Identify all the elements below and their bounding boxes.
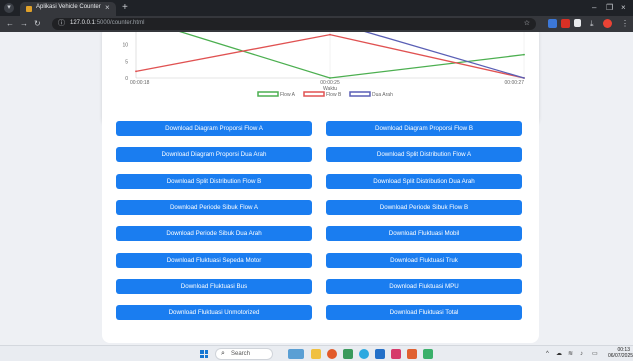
wifi-icon[interactable]: ≋: [568, 350, 573, 358]
search-icon: ⌕: [221, 350, 225, 357]
legend-swatch: [349, 91, 371, 97]
download-button[interactable]: Download Fluktuasi Bus: [116, 278, 312, 294]
favicon-icon: [26, 6, 32, 12]
windows-taskbar: ⌕ Search ^ ☁ ≋ ♪ ▭ 00:13 06/07/2025: [0, 345, 633, 361]
download-icon[interactable]: ⤓: [590, 19, 594, 29]
download-button[interactable]: Download Periode Sibuk Dua Arah: [116, 226, 312, 242]
download-button[interactable]: Download Fluktuasi Sepeda Motor: [116, 252, 312, 268]
reload-icon[interactable]: ↻: [34, 19, 41, 29]
series-point: [135, 70, 137, 73]
download-button[interactable]: Download Periode Sibuk Flow B: [326, 199, 522, 215]
url-host: 127.0.0.1: [70, 20, 96, 26]
download-button[interactable]: Download Fluktuasi Total: [326, 305, 522, 321]
file-explorer-icon[interactable]: [311, 349, 321, 359]
clock-date: 06/07/2025: [608, 353, 633, 359]
legend-swatch: [257, 91, 279, 97]
download-button[interactable]: Download Split Distribution Flow A: [326, 147, 522, 163]
bookmark-star-icon[interactable]: ☆: [524, 19, 530, 29]
browser-menu-icon[interactable]: ⋮: [621, 19, 629, 29]
url-path: :5000/counter.html: [95, 20, 145, 26]
download-button[interactable]: Download Split Distribution Dua Arah: [326, 173, 522, 189]
tab-search-menu-icon[interactable]: ▾: [4, 3, 14, 13]
battery-icon[interactable]: ▭: [592, 350, 598, 358]
y-tick-label: 5: [125, 59, 128, 65]
series-point: [329, 77, 331, 79]
tray-chevron-icon[interactable]: ^: [546, 350, 549, 358]
download-button[interactable]: Download Periode Sibuk Flow A: [116, 199, 312, 215]
forward-icon[interactable]: →: [20, 19, 28, 29]
download-button[interactable]: Download Split Distribution Flow B: [116, 173, 312, 189]
series-point: [523, 77, 525, 79]
download-button[interactable]: Download Diagram Proporsi Dua Arah: [116, 147, 312, 163]
extensions-puzzle-icon[interactable]: [574, 19, 581, 27]
download-button[interactable]: Download Diagram Proporsi Flow B: [326, 121, 522, 136]
new-tab-icon[interactable]: +: [122, 2, 128, 13]
url-text: 127.0.0.1:5000/counter.html: [70, 20, 144, 26]
address-bar[interactable]: ⓘ 127.0.0.1:5000/counter.html ☆: [52, 18, 536, 30]
download-button[interactable]: Download Diagram Proporsi Flow A: [116, 121, 312, 136]
browser-tab[interactable]: Aplikasi Vehicle Counter ×: [20, 2, 116, 16]
app-icon[interactable]: [391, 349, 401, 359]
close-tab-icon[interactable]: ×: [105, 3, 110, 13]
taskbar-search[interactable]: ⌕ Search: [215, 348, 273, 360]
windows-start-icon[interactable]: [200, 350, 208, 358]
search-label: Search: [231, 351, 251, 357]
app-icon[interactable]: [343, 349, 353, 359]
extension-icon[interactable]: [548, 19, 557, 28]
series-point: [523, 53, 525, 56]
volume-icon[interactable]: ♪: [580, 350, 583, 358]
x-tick-label: 00:00:18: [130, 80, 150, 86]
profile-avatar-icon[interactable]: [603, 19, 612, 28]
extension-icon[interactable]: [561, 19, 570, 28]
line-chart: 051000:00:18 00:00:25 00:00:27WaktuFlow AF…: [122, 32, 525, 98]
back-icon[interactable]: ←: [6, 19, 14, 29]
vscode-icon[interactable]: [375, 349, 385, 359]
maximize-icon[interactable]: ❐: [606, 3, 613, 13]
download-button[interactable]: Download Fluktuasi Unmotorized: [116, 305, 312, 321]
download-button[interactable]: Download Fluktuasi Truk: [326, 252, 522, 268]
legend-label: Dua Arah: [372, 92, 393, 98]
browser-tab-strip: ▾ Aplikasi Vehicle Counter × + – ❐ ×: [0, 0, 633, 16]
download-button[interactable]: Download Fluktuasi Mobil: [326, 226, 522, 242]
x-tick-label: 00:00:27: [505, 80, 525, 86]
tab-title: Aplikasi Vehicle Counter: [36, 4, 101, 10]
series-point: [329, 33, 331, 36]
browser-toolbar: ← → ↻ ⓘ 127.0.0.1:5000/counter.html ☆ ⤓ …: [0, 16, 633, 32]
app-icon[interactable]: [407, 349, 417, 359]
close-window-icon[interactable]: ×: [621, 3, 626, 13]
y-tick-label: 0: [125, 76, 128, 82]
onedrive-icon[interactable]: ☁: [556, 350, 562, 358]
page-content: 0 5 10 00:00:18 00:00:25 00:00:27 Waktu Flow AF…: [0, 32, 633, 345]
legend-label: Flow A: [280, 92, 296, 98]
app-icon[interactable]: [423, 349, 433, 359]
y-tick-label: 10: [122, 43, 128, 49]
legend-label: Flow B: [326, 92, 342, 98]
edge-icon[interactable]: [359, 349, 369, 359]
widgets-icon[interactable]: [288, 349, 304, 359]
minimize-icon[interactable]: –: [592, 3, 596, 13]
chrome-icon[interactable]: [327, 349, 337, 359]
site-info-icon[interactable]: ⓘ: [58, 19, 65, 29]
system-clock[interactable]: 00:13 06/07/2025: [608, 347, 633, 359]
legend-swatch: [303, 91, 325, 97]
download-button[interactable]: Download Fluktuasi MPU: [326, 278, 522, 294]
